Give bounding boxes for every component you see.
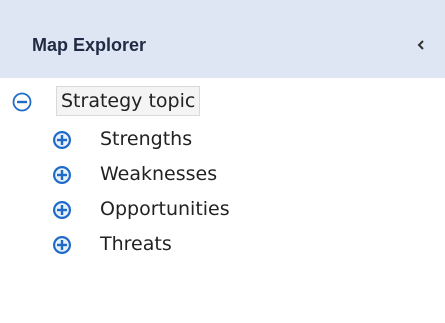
plus-circle-icon[interactable] — [52, 130, 72, 150]
tree-node-label[interactable]: Threats — [100, 230, 172, 258]
tree-node-label[interactable]: Weaknesses — [100, 160, 217, 188]
plus-circle-icon[interactable] — [52, 165, 72, 185]
map-explorer-panel: Map Explorer Strategy topic Strengths We… — [0, 0, 445, 323]
tree-node-label[interactable]: Strategy topic — [56, 86, 201, 116]
panel-title: Map Explorer — [32, 35, 147, 55]
collapse-panel-button[interactable] — [410, 31, 434, 59]
plus-circle-icon[interactable] — [52, 200, 72, 220]
tree-node-label[interactable]: Opportunities — [100, 195, 230, 223]
chevron-left-icon — [417, 40, 424, 50]
tree-node-label[interactable]: Strengths — [100, 125, 192, 153]
minus-circle-icon[interactable] — [12, 92, 32, 112]
plus-circle-icon[interactable] — [52, 235, 72, 255]
panel-header: Map Explorer — [0, 0, 445, 78]
